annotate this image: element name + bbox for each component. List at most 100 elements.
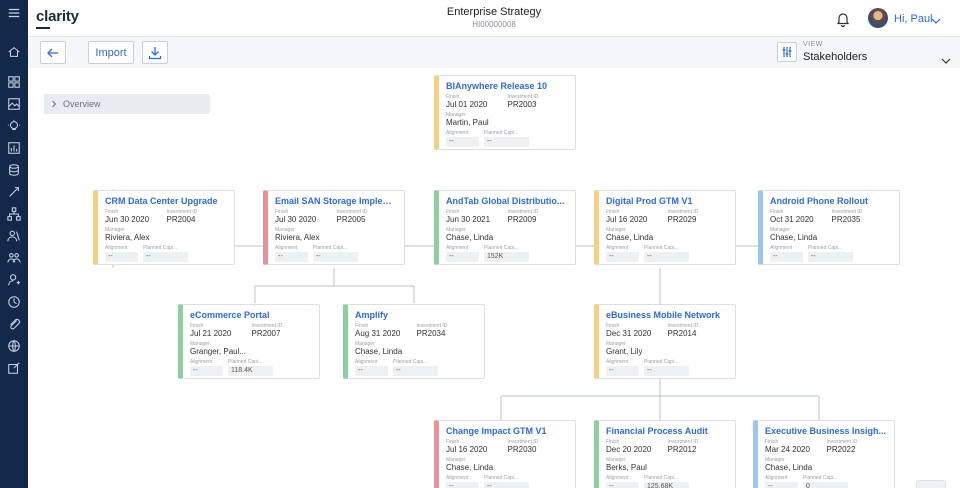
alignment-label: Alignment [606,245,629,251]
card-email-san-storage[interactable]: Email SAN Storage Impleme... Finish Jul 30… [263,190,405,265]
card-ebusiness-mobile-network[interactable]: eBusiness Mobile Network Finish Dec 31 202… [594,304,736,379]
planned-capital-label: Planned Capi... [313,245,348,251]
card-android-phone-rollout[interactable]: Android Phone Rollout Finish Oct 31 2020 In… [758,190,900,265]
card-title[interactable]: Email SAN Storage Impleme... [275,196,398,206]
hierarchy-canvas: Overview BIAnywhere Release 10 Finish Jul … [28,68,960,488]
stack-icon[interactable] [6,162,22,178]
menu-icon[interactable] [6,5,22,21]
investment-id: PR2014 [667,329,697,338]
investment-id: PR2035 [831,215,861,224]
image-icon[interactable] [6,96,22,112]
alignment-value: -- [606,366,639,376]
alignment-value: -- [606,482,639,488]
card-financial-process-audit[interactable]: Financial Process Audit Finish Dec 20 2020… [594,420,736,488]
card-title[interactable]: Android Phone Rollout [770,196,893,206]
card-title[interactable]: eBusiness Mobile Network [606,310,729,320]
alignment-value: -- [355,366,388,376]
globe-icon[interactable] [6,338,22,354]
finish-date: Jul 30 2020 [275,215,317,224]
card-title[interactable]: CRM Data Center Upgrade [105,196,228,206]
finish-date: Jul 21 2020 [190,329,232,338]
edit-icon[interactable] [6,360,22,376]
import-button[interactable]: Import [88,41,134,64]
clock-icon[interactable] [6,294,22,310]
chart-icon[interactable] [6,140,22,156]
card-title[interactable]: Digital Prod GTM V1 [606,196,729,206]
finish-date: Jul 01 2020 [446,100,488,109]
card-bianywhere-release-10[interactable]: BIAnywhere Release 10 Finish Jul 01 2020 In… [434,75,576,150]
card-title[interactable]: Executive Business Insigh... [765,426,888,436]
people-icon[interactable] [6,228,22,244]
investment-id: PR2034 [416,329,446,338]
view-settings-button[interactable] [777,42,797,62]
alignment-label: Alignment [446,245,469,251]
card-amplify[interactable]: Amplify Finish Aug 31 2020 Investment ID PR2… [343,304,485,379]
alignment-value: -- [446,252,479,262]
org-icon[interactable] [6,206,22,222]
avatar[interactable] [868,8,888,28]
investment-id: PR2030 [507,445,537,454]
planned-capital-value: -- [644,252,689,262]
alignment-label: Alignment [446,475,469,481]
alignment-label: Alignment [606,475,629,481]
download-button[interactable] [142,41,168,64]
card-change-impact-gtm-v1[interactable]: Change Impact GTM V1 Finish Jul 16 2020 Inv… [434,420,576,488]
investment-id: PR2012 [667,445,697,454]
card-executive-business-insight[interactable]: Executive Business Insigh... Finish Mar 24… [753,420,895,488]
planned-capital-value: -- [808,252,853,262]
card-andtab-global-distribution[interactable]: AndTab Global Distributio... Finish Jun 30… [434,190,576,265]
overview-panel[interactable]: Overview [44,94,210,114]
team-icon[interactable] [6,250,22,266]
alignment-label: Alignment [606,359,629,365]
manager-name: Berks, Paul [606,463,647,472]
view-select[interactable]: Stakeholders [803,51,867,63]
planned-capital-label: Planned Capi... [644,475,679,481]
page-title: Enterprise Strategy [446,6,542,18]
card-title[interactable]: eCommerce Portal [190,310,313,320]
grid-icon[interactable] [6,74,22,90]
back-button[interactable] [40,41,66,64]
planned-capital-label: Planned Capi... [143,245,178,251]
finish-date: Jun 30 2020 [105,215,150,224]
corner-tab[interactable] [916,480,946,488]
investment-id: PR2029 [667,215,697,224]
attachment-icon[interactable] [6,316,22,332]
finish-date: Jul 16 2020 [606,215,648,224]
user-greeting[interactable]: Hi, Paul [894,13,933,25]
planned-capital-value: -- [393,366,438,376]
manager-name: Chase, Linda [355,347,403,356]
card-title[interactable]: Amplify [355,310,478,320]
investment-id: PR2005 [336,215,366,224]
alignment-value: -- [275,252,308,262]
card-ecommerce-portal[interactable]: eCommerce Portal Finish Jul 21 2020 Investm… [178,304,320,379]
link-icon[interactable] [6,184,22,200]
investment-id: PR2007 [251,329,281,338]
card-title[interactable]: BIAnywhere Release 10 [446,81,569,91]
view-chevron-down-icon[interactable] [941,53,951,64]
planned-capital-label: Planned Capi... [484,245,519,251]
user-icon[interactable] [6,272,22,288]
planned-capital-value: -- [313,252,358,262]
card-title[interactable]: Change Impact GTM V1 [446,426,569,436]
manager-name: Granger, Paul... [190,347,247,356]
alignment-label: Alignment [770,245,793,251]
finish-date: Oct 31 2020 [770,215,814,224]
manager-name: Riviera, Alex [105,233,150,242]
notification-bell-icon[interactable] [836,11,850,28]
arrow-left-icon [47,48,58,57]
download-icon [148,46,162,59]
manager-name: Martin, Paul [446,118,489,127]
manager-name: Chase, Linda [765,463,813,472]
card-digital-prod-gtm-v1[interactable]: Digital Prod GTM V1 Finish Jul 16 2020 Inve… [594,190,736,265]
home-icon[interactable] [6,44,22,60]
alignment-value: -- [190,366,223,376]
idea-icon[interactable] [6,118,22,134]
chevron-right-icon [52,100,57,108]
alignment-value: -- [765,482,798,488]
card-title[interactable]: Financial Process Audit [606,426,729,436]
page-title-block: Enterprise Strategy HI00000008 [28,6,960,29]
card-title[interactable]: AndTab Global Distributio... [446,196,569,206]
card-crm-data-center-upgrade[interactable]: CRM Data Center Upgrade Finish Jun 30 2020… [93,190,235,265]
alignment-label: Alignment [765,475,788,481]
chevron-down-icon[interactable] [931,13,941,24]
